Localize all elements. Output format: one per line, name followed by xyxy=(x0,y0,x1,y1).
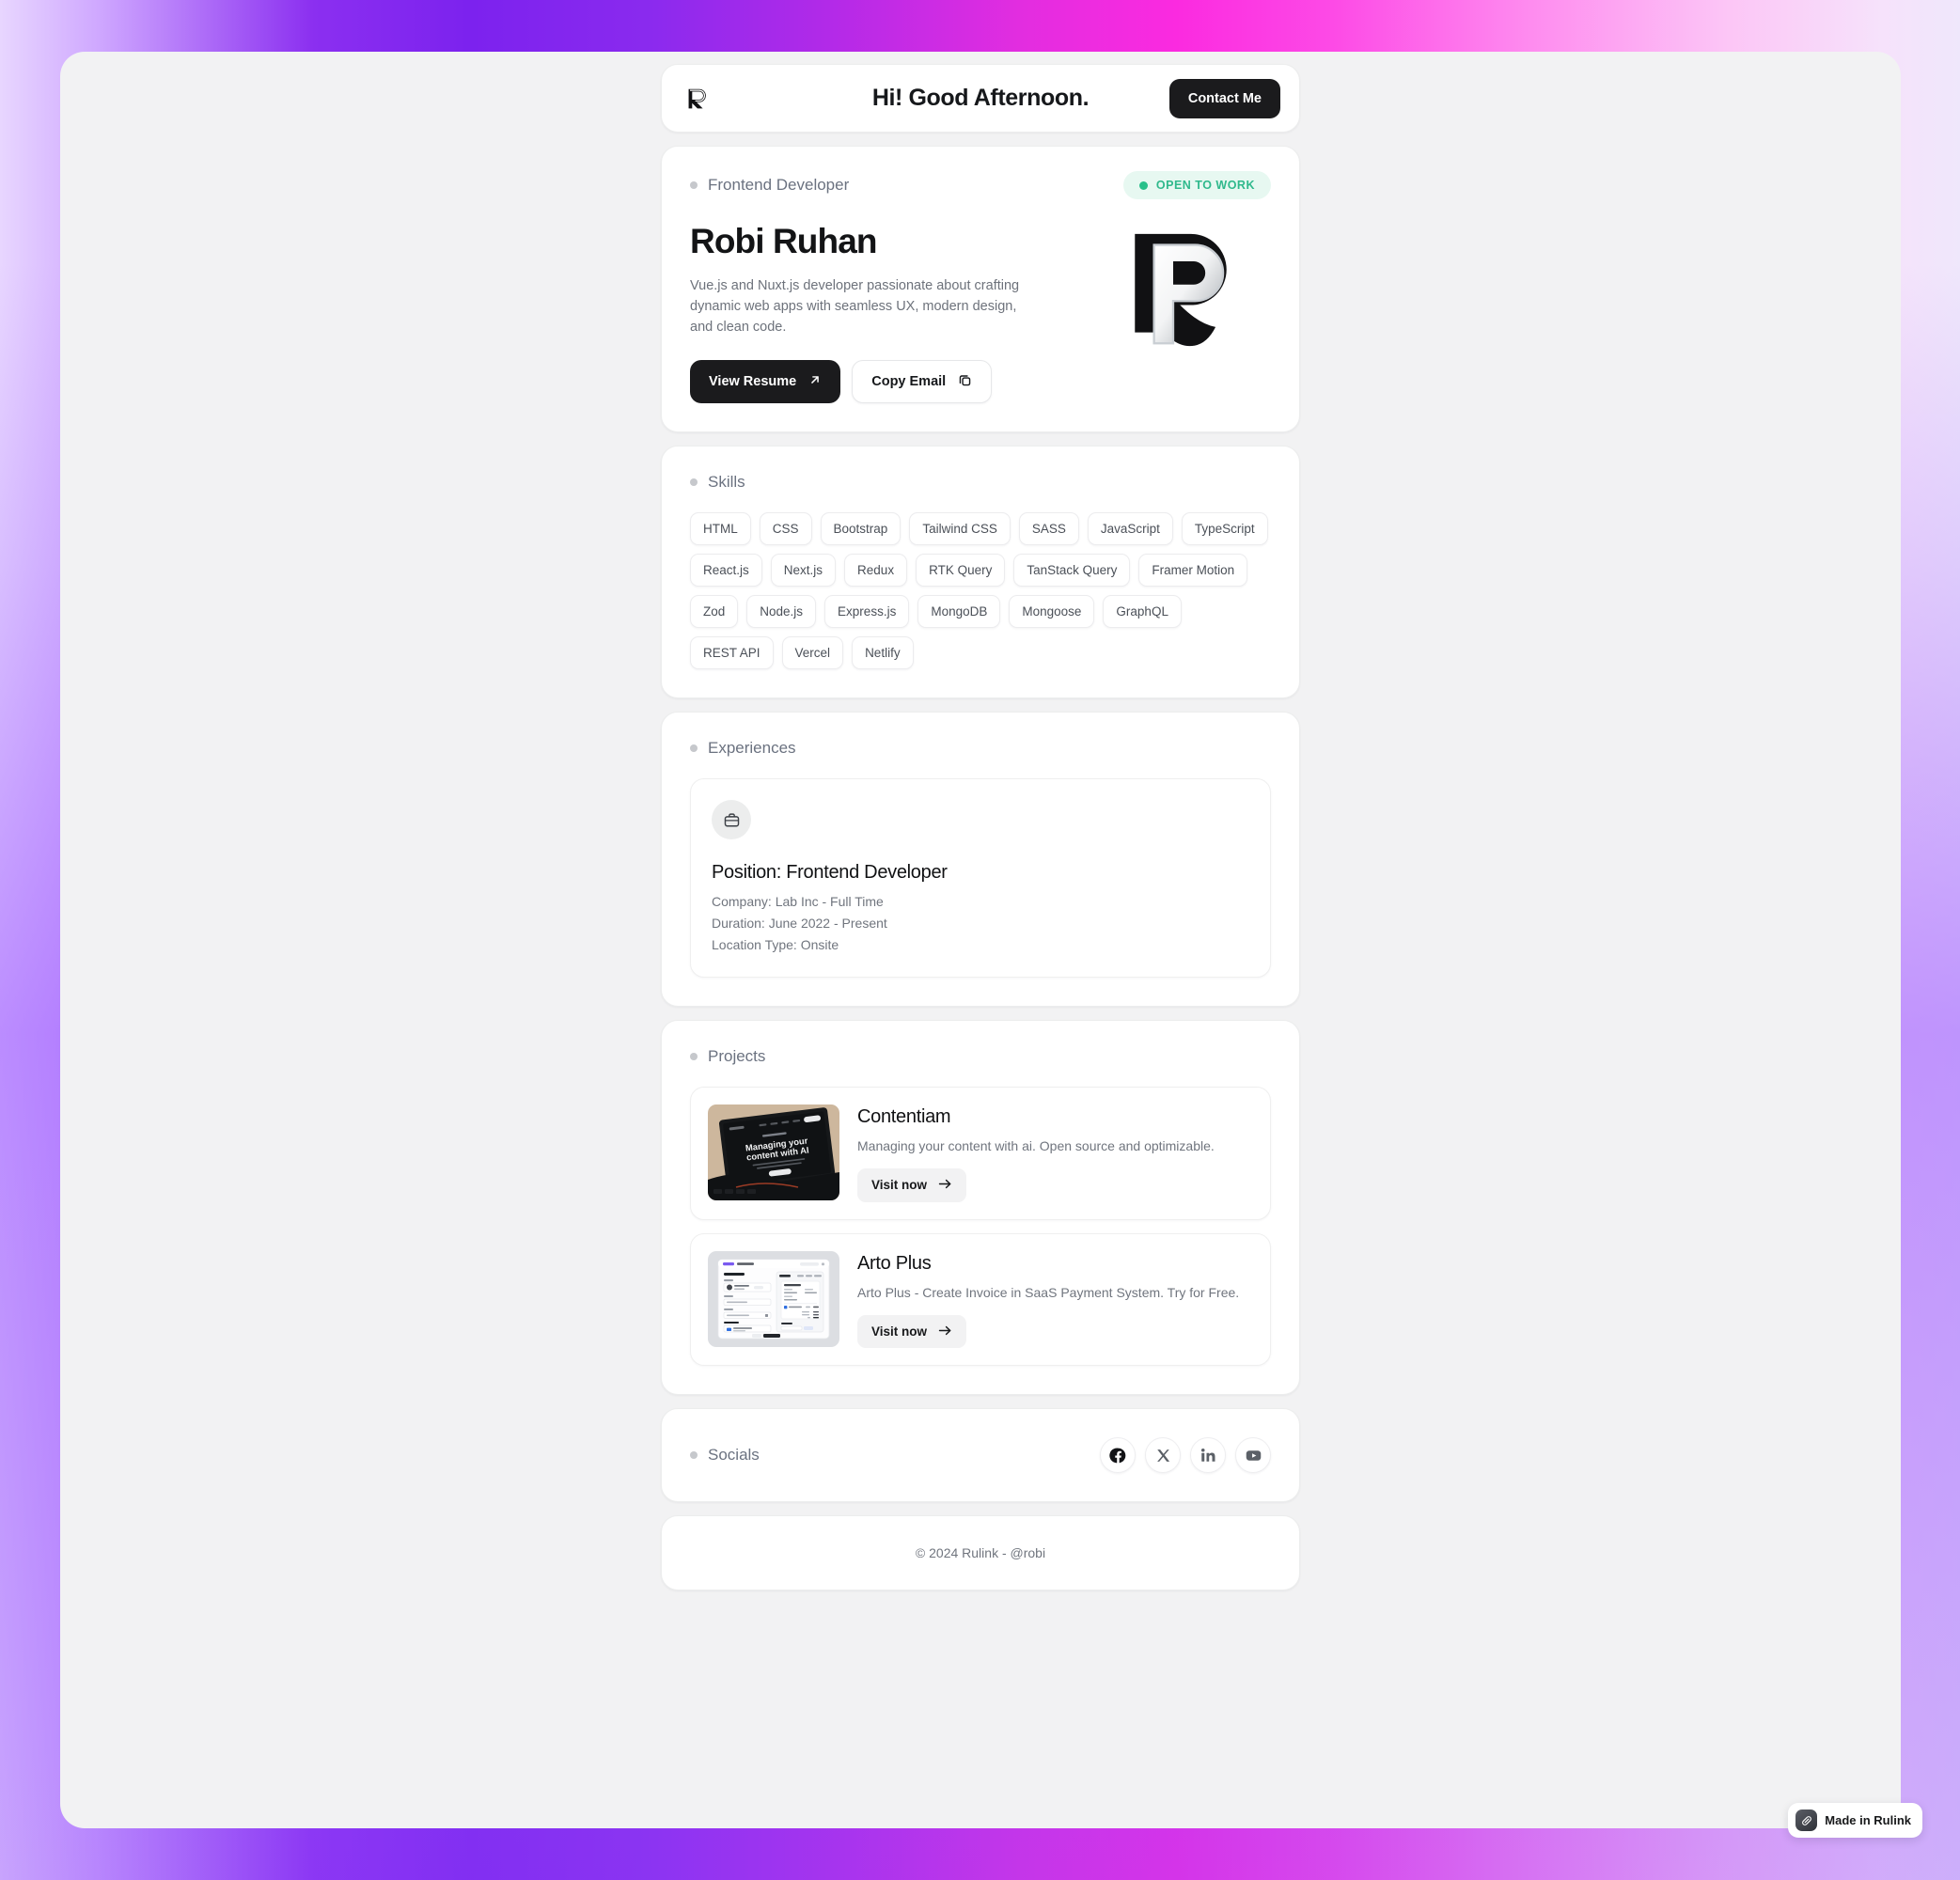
experiences-section: Experiences Position: Frontend Developer… xyxy=(661,712,1300,1008)
bullet-dot-icon xyxy=(690,1451,698,1460)
project-title: Contentiam xyxy=(857,1106,951,1128)
skill-chip[interactable]: Redux xyxy=(844,554,908,588)
linkedin-icon[interactable] xyxy=(1190,1437,1226,1474)
visit-now-button[interactable]: Visit now xyxy=(857,1314,967,1349)
made-in-rulink-label: Made in Rulink xyxy=(1825,1813,1911,1827)
top-navbar: Hi! Good Afternoon. Contact Me xyxy=(661,64,1300,133)
footer-copyright: © 2024 Rulink - @robi xyxy=(915,1545,1046,1561)
projects-section: Projects Managing your content with AI C… xyxy=(661,1020,1300,1396)
status-badge: OPEN TO WORK xyxy=(1122,171,1271,199)
skills-section: Skills HTML CSS Bootstrap Tailwind CSS SASS J… xyxy=(661,446,1300,699)
project-description: Managing your content with ai. Open sour… xyxy=(857,1138,1215,1154)
skill-chip[interactable]: Next.js xyxy=(770,554,837,588)
view-resume-button[interactable]: View Resume xyxy=(690,359,841,404)
visit-now-label: Visit now xyxy=(871,1178,928,1193)
bullet-dot-icon xyxy=(690,181,698,189)
skill-chip[interactable]: SASS xyxy=(1018,512,1079,546)
rulink-r-logo-large-icon xyxy=(1113,216,1263,367)
experiences-heading: Experiences xyxy=(708,739,796,758)
skill-chip[interactable]: Bootstrap xyxy=(820,512,902,546)
experience-position: Position: Frontend Developer xyxy=(712,862,948,884)
visit-now-button[interactable]: Visit now xyxy=(857,1168,967,1202)
hero-action-buttons: View Resume Copy Email xyxy=(690,359,1047,404)
projects-heading-row: Projects xyxy=(690,1047,1271,1066)
projects-heading: Projects xyxy=(708,1047,766,1066)
copy-icon xyxy=(958,373,972,391)
skill-chip[interactable]: CSS xyxy=(759,512,812,546)
project-thumbnail-arto-plus xyxy=(708,1250,839,1347)
page-title: Robi Ruhan xyxy=(690,222,877,260)
skill-chip[interactable]: Framer Motion xyxy=(1138,554,1248,588)
project-thumbnail-contentiam: Managing your content with AI xyxy=(708,1104,839,1201)
skill-chip[interactable]: RTK Query xyxy=(916,554,1006,588)
role-label-row: Frontend Developer xyxy=(690,176,849,195)
skills-heading: Skills xyxy=(708,473,745,492)
rulink-r-logo-icon[interactable] xyxy=(681,83,713,115)
visit-now-label: Visit now xyxy=(871,1324,928,1339)
skill-chip[interactable]: Netlify xyxy=(852,636,914,670)
skill-chip[interactable]: MongoDB xyxy=(917,595,1001,629)
projects-list: Managing your content with AI Contentiam… xyxy=(690,1087,1271,1367)
project-info: Contentiam Managing your content with ai… xyxy=(857,1104,1253,1202)
socials-heading-row: Socials xyxy=(690,1446,760,1465)
page-shell: Hi! Good Afternoon. Contact Me Frontend … xyxy=(60,52,1901,1828)
skill-chip[interactable]: Zod xyxy=(690,595,739,629)
arrow-right-icon xyxy=(938,1178,952,1193)
content-column: Hi! Good Afternoon. Contact Me Frontend … xyxy=(661,52,1300,1591)
made-in-rulink-badge[interactable]: Made in Rulink xyxy=(1788,1803,1922,1838)
copy-email-label: Copy Email xyxy=(871,373,947,389)
footer: © 2024 Rulink - @robi xyxy=(661,1515,1300,1591)
bullet-dot-icon xyxy=(690,744,698,753)
project-title: Arto Plus xyxy=(857,1252,932,1274)
skill-chip[interactable]: Tailwind CSS xyxy=(909,512,1011,546)
project-description: Arto Plus - Create Invoice in SaaS Payme… xyxy=(857,1284,1240,1300)
skill-chip[interactable]: TypeScript xyxy=(1181,512,1268,546)
facebook-icon[interactable] xyxy=(1100,1437,1136,1474)
hero-bio: Vue.js and Nuxt.js developer passionate … xyxy=(690,277,1020,335)
social-links xyxy=(1100,1437,1271,1474)
skill-chip[interactable]: TanStack Query xyxy=(1013,554,1131,588)
socials-heading: Socials xyxy=(708,1446,760,1465)
role-label: Frontend Developer xyxy=(708,176,850,194)
project-card[interactable]: Managing your content with AI Contentiam… xyxy=(690,1087,1271,1220)
skill-chip[interactable]: Node.js xyxy=(746,595,817,629)
youtube-icon[interactable] xyxy=(1235,1437,1271,1474)
view-resume-label: View Resume xyxy=(709,373,797,389)
contact-me-button[interactable]: Contact Me xyxy=(1168,78,1280,118)
hero-text-block: Robi Ruhan Vue.js and Nuxt.js developer … xyxy=(690,222,1047,404)
bullet-dot-icon xyxy=(690,1053,698,1061)
rulink-link-icon xyxy=(1795,1810,1818,1831)
skills-chip-list: HTML CSS Bootstrap Tailwind CSS SASS JavaScri… xyxy=(690,512,1271,670)
skill-chip[interactable]: React.js xyxy=(690,554,762,588)
project-info: Arto Plus Arto Plus - Create Invoice in … xyxy=(857,1251,1253,1349)
arrow-right-icon xyxy=(938,1324,952,1340)
arrow-up-right-icon xyxy=(808,373,822,390)
briefcase-icon xyxy=(712,800,751,840)
copy-email-button[interactable]: Copy Email xyxy=(852,359,993,404)
skill-chip[interactable]: GraphQL xyxy=(1103,595,1182,629)
status-badge-label: OPEN TO WORK xyxy=(1155,179,1255,192)
skill-chip[interactable]: Mongoose xyxy=(1009,595,1095,629)
skill-chip[interactable]: Vercel xyxy=(781,636,844,670)
socials-section: Socials xyxy=(661,1408,1300,1503)
experience-location: Location Type: Onsite xyxy=(712,937,839,953)
experience-company: Company: Lab Inc - Full Time xyxy=(712,894,884,910)
experience-duration: Duration: June 2022 - Present xyxy=(712,916,887,932)
skill-chip[interactable]: Express.js xyxy=(824,595,910,629)
x-twitter-icon[interactable] xyxy=(1145,1437,1181,1474)
hero-top-row: Frontend Developer OPEN TO WORK xyxy=(690,171,1271,199)
status-dot-icon xyxy=(1138,180,1148,190)
skill-chip[interactable]: REST API xyxy=(690,636,774,670)
skill-chip[interactable]: JavaScript xyxy=(1087,512,1173,546)
hero-body: Robi Ruhan Vue.js and Nuxt.js developer … xyxy=(690,222,1271,404)
experience-item: Position: Frontend Developer Company: La… xyxy=(690,778,1271,979)
skills-heading-row: Skills xyxy=(690,473,1271,492)
experiences-heading-row: Experiences xyxy=(690,739,1271,758)
hero-card: Frontend Developer OPEN TO WORK Robi Ruh… xyxy=(661,146,1300,433)
bullet-dot-icon xyxy=(690,478,698,487)
skill-chip[interactable]: HTML xyxy=(690,512,751,546)
project-card[interactable]: Arto Plus Arto Plus - Create Invoice in … xyxy=(690,1232,1271,1367)
